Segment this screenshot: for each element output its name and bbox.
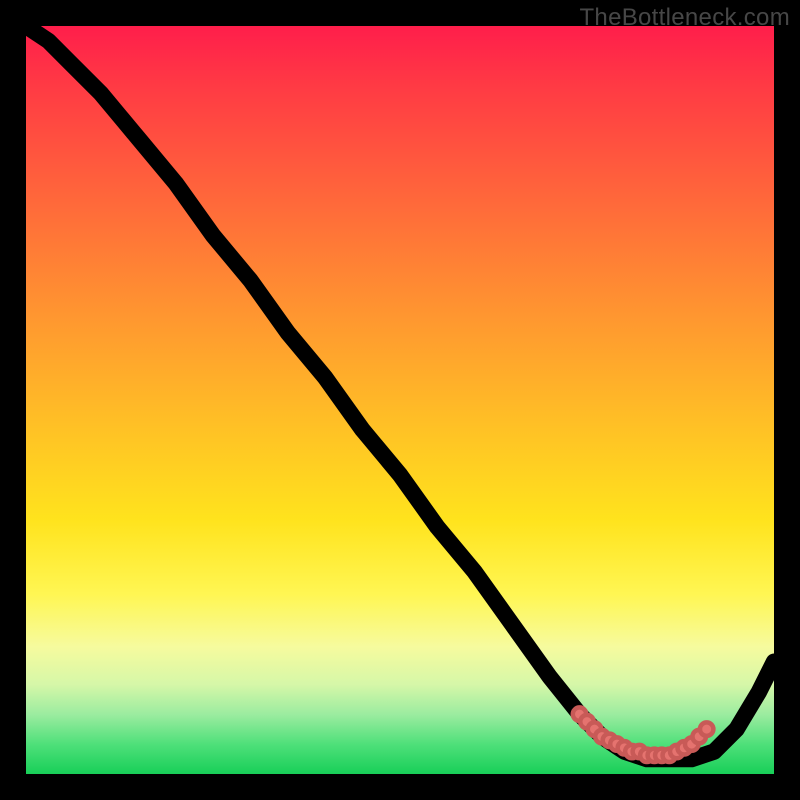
chart-overlay — [26, 26, 774, 774]
watermark-text: TheBottleneck.com — [579, 4, 790, 32]
highlight-dot — [700, 722, 713, 735]
bottleneck-curve — [26, 26, 774, 759]
chart-frame: TheBottleneck.com — [0, 0, 800, 800]
